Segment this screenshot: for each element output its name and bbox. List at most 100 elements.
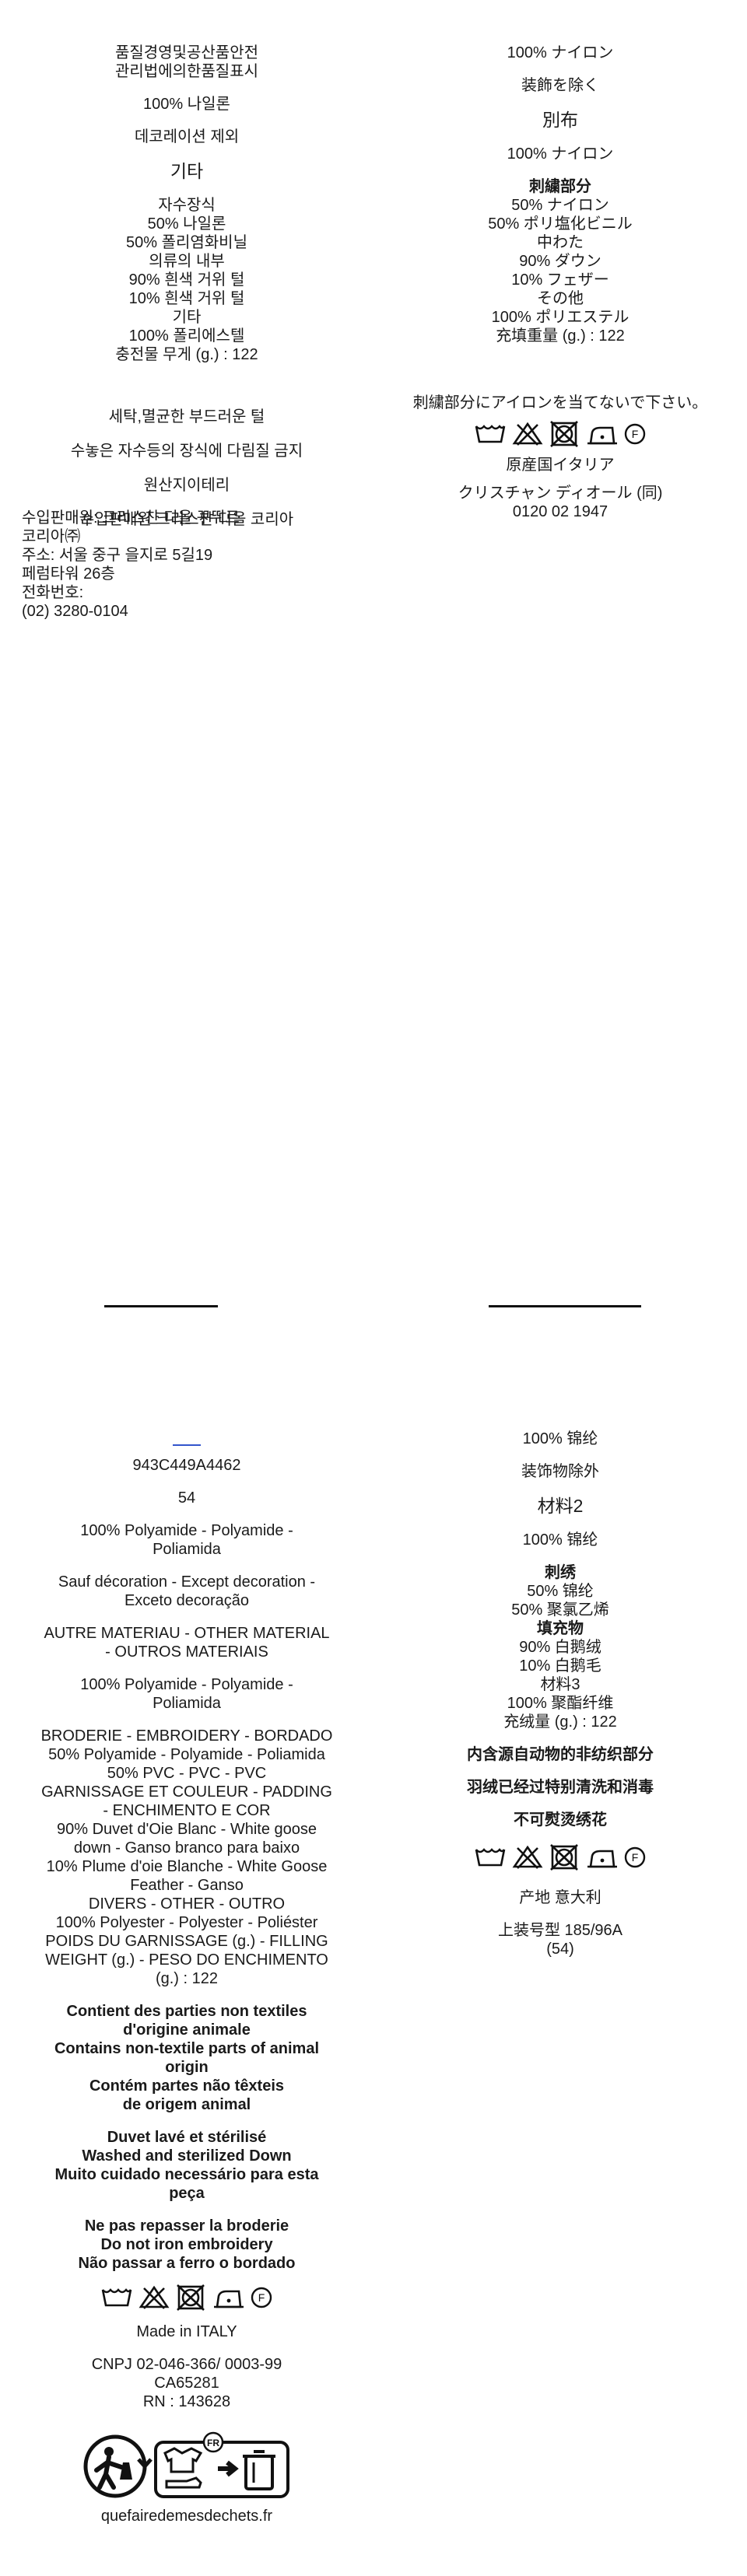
no-tumble-dry-icon	[550, 1844, 578, 1871]
japanese-label: 100% ナイロン 装飾を除く 別布 100% ナイロン 刺繍部分 50% ナイ…	[389, 44, 731, 521]
ko-phone: (02) 3280-0104	[22, 603, 128, 620]
fr-other-line: - OUTROS MATERIAIS	[105, 1643, 268, 1661]
fr-emb-line: 50% Polyamide - Polyamide - Poliamida	[48, 1746, 325, 1763]
blue-marker-line	[173, 1444, 201, 1446]
ko-emb-line: 50% 나일론	[147, 215, 226, 233]
fr-composition: 100% Polyamide - Polyamide - Poliamida	[16, 1521, 358, 1559]
zh-emb-line: 刺绣	[545, 1564, 576, 1581]
fr-animal-line: d'origine animale	[123, 2021, 251, 2039]
chinese-label: 100% 锦纶 装饰物除外 材料2 100% 锦纶 刺绣 50% 锦纶 50% …	[389, 1430, 731, 1958]
ja-embroidery-list: 刺繍部分 50% ナイロン 50% ポリ塩化ビニル 中わた 90% ダウン 10…	[389, 177, 731, 345]
zh-exception: 装饰物除外	[521, 1463, 599, 1480]
ko-filling-weight: 충전물 무게 (g.) : 122	[115, 346, 258, 363]
ja-emb-line: 刺繍部分	[529, 178, 591, 195]
ja-origin: 原産国イタリア	[506, 457, 615, 474]
zh-emb-line: 材料3	[540, 1676, 580, 1693]
fr-emb-line: 10% Plume d'oie Blanche - White Goose	[46, 1858, 328, 1875]
fr-emb-line: - ENCHIMENTO E COR	[103, 1802, 271, 1819]
zh-animal-parts: 内含源自动物的非纺织部分	[467, 1746, 654, 1763]
ko-address-line: 전화번호:	[22, 584, 84, 601]
fr-down-line: peça	[169, 2185, 205, 2202]
ja-emb-line: 50% ナイロン	[511, 197, 609, 214]
rn-number: RN : 143628	[142, 2393, 231, 2410]
fr-iron-line: Do not iron embroidery	[100, 2236, 273, 2253]
ca-number: CA65281	[154, 2375, 219, 2392]
size-number: 54	[177, 1489, 196, 1507]
fr-care-symbols: F	[16, 2284, 358, 2312]
care-letter: F	[258, 2291, 265, 2304]
ko-address-line: 수입판매원: 크리스챤 디올 꾸뛰르	[22, 509, 240, 527]
ja-composition-2: 100% ナイロン	[507, 145, 614, 163]
triman-url: quefairedemesdechets.fr	[100, 2508, 273, 2525]
professional-clean-f-icon: F	[624, 423, 646, 445]
zh-down-washed: 羽绒已经过特别清洗和消毒	[467, 1779, 654, 1796]
fr-emb-line: 100% Polyester - Polyester - Poliéster	[55, 1914, 318, 1931]
fr-exc-line: Exceto decoração	[124, 1592, 250, 1609]
fr-emb-line: BRODERIE - EMBROIDERY - BORDADO	[40, 1727, 333, 1745]
ko-emb-line: 기타	[172, 309, 202, 326]
care-letter: F	[632, 428, 639, 440]
no-tumble-dry-icon	[177, 2284, 205, 2311]
ja-emb-line: その他	[537, 290, 584, 307]
fr-emb-line: DIVERS - OTHER - OUTRO	[88, 1895, 286, 1913]
ko-care-2: 수놓은 자수등의 장식에 다림질 금지	[70, 443, 303, 460]
zh-size-paren: (54)	[546, 1941, 574, 1958]
separator-right	[489, 1305, 641, 1307]
ja-emb-line: 中わた	[537, 234, 584, 251]
ko-emb-line: 100% 폴리에스텔	[128, 327, 245, 345]
no-bleach-icon	[139, 2285, 170, 2309]
triman-icon: FR	[83, 2431, 289, 2498]
zh-emb-line: 50% 锦纶	[527, 1583, 594, 1600]
iron-low-icon	[214, 2290, 244, 2308]
zh-emb-line: 填充物	[537, 1620, 584, 1637]
multilingual-label: 943C449A4462 54 100% Polyamide - Polyami…	[16, 1456, 358, 2525]
fr-exc-line: Sauf décoration - Except decoration -	[58, 1573, 316, 1591]
fr-iron-line: Ne pas repasser la broderie	[84, 2217, 289, 2235]
made-in: Made in ITALY	[136, 2323, 237, 2340]
fr-emb-line: 90% Duvet d'Oie Blanc - White goose	[57, 1821, 317, 1838]
fr-animal-line: Contém partes não têxteis	[89, 2077, 285, 2095]
ja-exception: 装飾を除く	[521, 77, 599, 94]
iron-low-icon	[587, 1850, 617, 1868]
zh-no-iron: 不可熨烫绣花	[514, 1811, 607, 1829]
professional-clean-f-icon: F	[251, 2287, 272, 2308]
ko-emb-line: 50% 폴리염화비닐	[126, 234, 247, 251]
no-bleach-icon	[512, 422, 543, 446]
ko-emb-line: 90% 흰색 거위 털	[128, 271, 245, 289]
ja-emb-line: 90% ダウン	[519, 253, 601, 270]
fr-other-material: AUTRE MATERIAU - OTHER MATERIAL - OUTROS…	[16, 1624, 358, 1661]
fr-animal-line: origin	[165, 2059, 209, 2076]
fr-iron-warning: Ne pas repasser la broderie Do not iron …	[16, 2217, 358, 2273]
wash-30-icon	[475, 425, 506, 443]
ja-emb-line: 100% ポリエステル	[491, 309, 630, 326]
zh-material-2: 材料2	[537, 1496, 584, 1516]
zh-emb-line: 90% 白鹅绒	[519, 1639, 601, 1656]
professional-clean-f-icon: F	[624, 1846, 646, 1868]
ko-header-2: 관리법에의한품질표시	[115, 63, 258, 80]
fr-comp-line: 100% Polyamide - Polyamide -	[80, 1522, 293, 1539]
fr-animal-line: Contient des parties non textiles	[66, 2003, 307, 2020]
ko-composition: 100% 나일론	[143, 96, 230, 113]
zh-size-label: 上装号型 185/96A	[497, 1922, 623, 1939]
ko-exception: 데코레이션 제외	[134, 128, 240, 145]
ja-iron-warning: 刺繍部分にアイロンを当てないで下さい。	[412, 394, 708, 411]
zh-emb-line: 100% 聚酯纤维	[507, 1695, 614, 1712]
reference-code: 943C449A4462	[132, 1457, 241, 1474]
ja-composition: 100% ナイロン	[507, 44, 614, 61]
ja-care-symbols: F	[389, 420, 731, 448]
fr-animal-line: Contains non-textile parts of animal	[54, 2040, 320, 2057]
wash-30-icon	[475, 1848, 506, 1867]
fr-iron-line: Não passar a ferro o bordado	[78, 2255, 296, 2272]
fr-down-line: Muito cuidado necessário para esta	[54, 2166, 319, 2183]
ko-emb-line: 10% 흰색 거위 털	[128, 290, 245, 307]
zh-composition: 100% 锦纶	[522, 1430, 598, 1447]
fr-comp2-line: 100% Polyamide - Polyamide -	[80, 1676, 293, 1693]
fr-animal-line: de origem animal	[122, 2096, 251, 2113]
fr-down-care: Duvet lavé et stérilisé Washed and steri…	[16, 2128, 358, 2203]
fr-animal-origin: Contient des parties non textiles d'orig…	[16, 2002, 358, 2114]
ko-embroidery-list: 자수장식 50% 나일론 50% 폴리염화비닐 의류의 내부 90% 흰색 거위…	[16, 196, 358, 364]
korean-label: 품질경영및공산품안전 관리법에의한품질표시 100% 나일론 데코레이션 제외 …	[16, 44, 358, 529]
ja-other-title: 別布	[542, 110, 578, 130]
fr-emb-line: GARNISSAGE ET COULEUR - PADDING	[41, 1783, 332, 1801]
ko-address-line: 주소: 서울 중구 을지로 5길19	[22, 547, 213, 564]
